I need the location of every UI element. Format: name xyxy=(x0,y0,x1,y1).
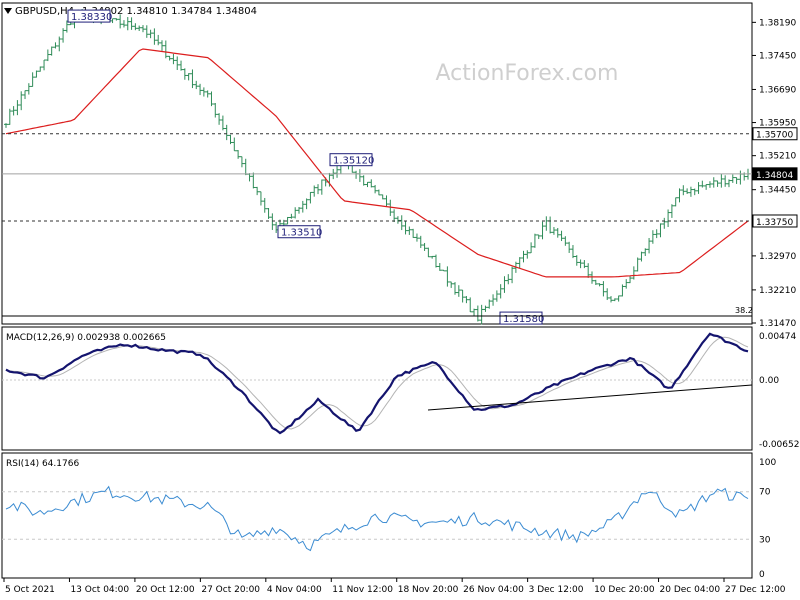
x-tick-label: 18 Nov 20:00 xyxy=(398,585,459,595)
price-tick-label: 1.38190 xyxy=(759,18,796,28)
price-tick-label: 1.32210 xyxy=(759,286,796,296)
x-tick-label: 5 Oct 2021 xyxy=(5,585,55,595)
level-label: 1.34804 xyxy=(756,171,793,181)
price-tick-label: 1.32970 xyxy=(759,252,796,262)
price-annotation: 1.38330 xyxy=(71,12,112,23)
macd-tick-label: 0.00474 xyxy=(759,332,796,342)
rsi-tick-label: 0 xyxy=(759,570,765,580)
level-label: 1.33750 xyxy=(756,218,793,228)
rsi-tick-label: 70 xyxy=(759,488,771,498)
price-tick-label: 1.37450 xyxy=(759,51,796,61)
price-annotation: 1.35120 xyxy=(333,156,374,167)
x-tick-label: 10 Dec 20:00 xyxy=(594,585,655,595)
rsi-tick-label: 100 xyxy=(759,458,776,468)
symbol-label: GBPUSD,H4 xyxy=(15,6,74,17)
x-tick-label: 3 Dec 12:00 xyxy=(529,585,584,595)
x-tick-label: 26 Nov 04:00 xyxy=(463,585,524,595)
x-tick-label: 20 Oct 12:00 xyxy=(136,585,195,595)
x-tick-label: 27 Oct 20:00 xyxy=(201,585,260,595)
rsi-tick-label: 30 xyxy=(759,535,771,545)
price-tick-label: 1.36690 xyxy=(759,85,796,95)
macd-tick-label: 0.00 xyxy=(759,376,779,386)
x-tick-label: 13 Oct 04:00 xyxy=(70,585,129,595)
fib-label: 38.2 xyxy=(735,306,753,315)
x-tick-label: 20 Dec 04:00 xyxy=(660,585,721,595)
price-tick-label: 1.31470 xyxy=(759,319,796,329)
price-tick-label: 1.35210 xyxy=(759,152,796,162)
x-tick-label: 27 Dec 12:00 xyxy=(725,585,786,595)
price-tick-label: 1.35950 xyxy=(759,119,796,129)
forex-chart: ActionForex.com GBPUSD,H4 1.34802 1.3481… xyxy=(0,0,800,600)
watermark: ActionForex.com xyxy=(436,61,619,86)
rsi-title: RSI(14) 64.1766 xyxy=(6,459,79,469)
price-tick-label: 1.34450 xyxy=(759,186,796,196)
level-label: 1.35700 xyxy=(756,131,793,141)
price-annotation: 1.33510 xyxy=(281,228,322,239)
x-tick-label: 11 Nov 12:00 xyxy=(332,585,393,595)
macd-title: MACD(12,26,9) 0.002938 0.002665 xyxy=(6,333,166,343)
x-tick-label: 4 Nov 04:00 xyxy=(267,585,322,595)
macd-tick-label: -0.006526 xyxy=(759,440,800,450)
